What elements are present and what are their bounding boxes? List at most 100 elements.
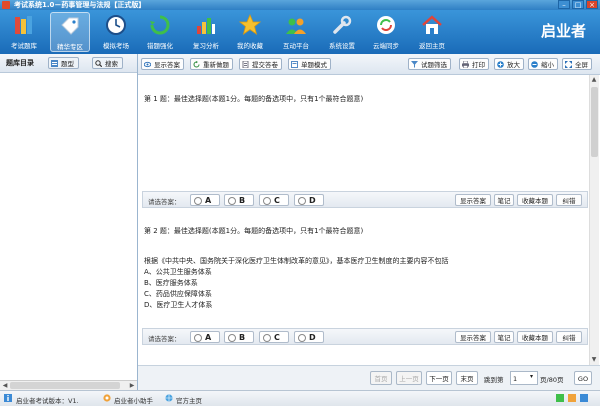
option-a-radio[interactable]: A [190, 194, 220, 206]
title-bar: 考试系统1.0－药事管理与法规【正式版】 – □ × [0, 0, 600, 10]
tray-icon[interactable] [568, 394, 576, 402]
eye-icon [144, 61, 151, 68]
question-pane: 显示答案 重新做题 提交答卷 单题模式 试题筛选 打印 放大 缩小 全屏 第 1… [138, 54, 600, 391]
favorite-button[interactable]: 收藏本题 [517, 194, 553, 206]
helper-icon [103, 394, 111, 402]
toolbar-label: 精华专区 [57, 43, 83, 51]
report-error-button[interactable]: 纠错 [556, 331, 582, 343]
catalog-hscrollbar[interactable]: ◀ ▶ [0, 380, 137, 390]
search-icon [95, 60, 102, 67]
submit-button[interactable]: 提交答卷 [239, 58, 282, 70]
toolbar-label: 模拟考场 [103, 42, 129, 50]
redo-label: 重新做题 [203, 61, 229, 69]
go-button[interactable]: GO [574, 371, 592, 385]
question-vscrollbar[interactable]: ▲ ▼ [589, 75, 599, 365]
jump-label: 跳到第 [484, 376, 504, 384]
last-page-button[interactable]: 末页 [456, 371, 478, 385]
show-answer-button[interactable]: 显示答案 [455, 331, 491, 343]
tag-icon [61, 17, 79, 35]
print-button[interactable]: 打印 [459, 58, 489, 70]
option-d-radio[interactable]: D [294, 194, 324, 206]
single-mode-button[interactable]: 单题模式 [288, 58, 331, 70]
show-answer-button[interactable]: 显示答案 [455, 194, 491, 206]
page-total: 页/80页 [540, 376, 564, 384]
answer-bar: 请选答案： A B C D 显示答案 笔记 收藏本题 纠错 [142, 328, 588, 345]
option-c-radio[interactable]: C [259, 194, 289, 206]
next-page-button[interactable]: 下一页 [426, 371, 452, 385]
window-controls: – □ × [558, 0, 598, 10]
favorite-button[interactable]: 收藏本题 [517, 331, 553, 343]
helper-link[interactable]: 启业者小助手 [114, 395, 153, 405]
radio-circle-icon [263, 334, 271, 342]
toolbar-item-settings[interactable]: 系统设置 [322, 12, 362, 52]
notes-button[interactable]: 笔记 [494, 331, 514, 343]
page-icon [291, 61, 298, 68]
option-d-radio[interactable]: D [294, 331, 324, 343]
app-icon [2, 1, 10, 9]
search-label: 搜索 [105, 60, 118, 68]
home-icon [422, 15, 442, 34]
zoom-out-label: 缩小 [541, 61, 554, 69]
option-c-radio[interactable]: C [259, 331, 289, 343]
printer-icon [462, 61, 469, 68]
option-b-radio[interactable]: B [224, 194, 254, 206]
select-answer-label: 请选答案： [148, 198, 181, 206]
report-error-button[interactable]: 纠错 [556, 194, 582, 206]
toolbar-item-mistakes[interactable]: 错题强化 [140, 12, 180, 52]
answer-bar: 请选答案： A B C D 显示答案 笔记 收藏本题 纠错 [142, 191, 588, 208]
filter-button[interactable]: 试题筛选 [408, 58, 451, 70]
recycle-icon [150, 15, 170, 35]
toolbar-item-favorites[interactable]: 我的收藏 [230, 12, 270, 52]
toolbar-item-cloud-sync[interactable]: 云端同步 [366, 12, 406, 52]
fullscreen-button[interactable]: 全屏 [562, 58, 592, 70]
scroll-up-arrow-icon[interactable]: ▲ [590, 76, 598, 83]
toolbar-item-home[interactable]: 返回主页 [412, 12, 452, 52]
maximize-button[interactable]: □ [572, 0, 584, 9]
fullscreen-icon [565, 61, 572, 68]
notes-button[interactable]: 笔记 [494, 194, 514, 206]
toolbar-item-analysis[interactable]: 复习分析 [186, 12, 226, 52]
page-number-input[interactable]: 1 [510, 371, 538, 385]
toolbar-item-featured[interactable]: 精华专区 [50, 12, 90, 52]
scroll-thumb[interactable] [10, 382, 120, 389]
toolbar-label: 云端同步 [373, 42, 399, 50]
dropdown-arrow-icon[interactable]: ▾ [530, 373, 533, 380]
prev-page-button[interactable]: 上一页 [396, 371, 422, 385]
catalog-pane: 题库目录 题型 搜索 ◀ ▶ [0, 54, 138, 390]
option-b-radio[interactable]: B [224, 331, 254, 343]
scroll-right-arrow-icon[interactable]: ▶ [128, 382, 136, 389]
radio-circle-icon [194, 197, 202, 205]
question-type-button[interactable]: 题型 [48, 57, 79, 69]
toolbar-label: 返回主页 [419, 42, 445, 50]
tray-icon[interactable] [580, 394, 588, 402]
scroll-down-arrow-icon[interactable]: ▼ [590, 356, 598, 363]
show-answer-label: 显示答案 [154, 61, 180, 69]
pagination: 首页 上一页 下一页 末页 跳到第 1 ▾ 页/80页 GO [138, 365, 600, 391]
toolbar-item-question-bank[interactable]: 考试题库 [4, 12, 44, 52]
toolbar-item-community[interactable]: 互动平台 [276, 12, 316, 52]
star-icon [239, 14, 261, 35]
first-page-button[interactable]: 首页 [370, 371, 392, 385]
show-answer-button[interactable]: 显示答案 [141, 58, 184, 70]
zoom-in-button[interactable]: 放大 [494, 58, 524, 70]
bar-chart-icon [197, 18, 215, 34]
minimize-button[interactable]: – [558, 0, 570, 9]
scroll-left-arrow-icon[interactable]: ◀ [1, 382, 9, 389]
radio-circle-icon [263, 197, 271, 205]
question-option-line: A、公共卫生服务体系 [144, 268, 212, 276]
toolbar-label: 考试题库 [11, 42, 37, 50]
catalog-header: 题库目录 题型 搜索 [0, 54, 137, 73]
homepage-link[interactable]: 官方主页 [176, 395, 202, 405]
toolbar-item-mock-exam[interactable]: 模拟考场 [96, 12, 136, 52]
close-button[interactable]: × [586, 0, 598, 9]
scroll-thumb[interactable] [591, 87, 598, 157]
tray-icon[interactable] [556, 394, 564, 402]
option-a-radio[interactable]: A [190, 331, 220, 343]
brand-logo: 启业者 [540, 22, 586, 40]
search-button[interactable]: 搜索 [92, 57, 123, 69]
zoom-out-button[interactable]: 缩小 [528, 58, 558, 70]
question-header: 第 1 题：最佳选择题(本题1分。每题的备选项中，只有1个最符合题意) [144, 95, 364, 103]
wrench-icon [333, 15, 352, 34]
zoom-in-icon [497, 61, 504, 68]
redo-button[interactable]: 重新做题 [190, 58, 233, 70]
